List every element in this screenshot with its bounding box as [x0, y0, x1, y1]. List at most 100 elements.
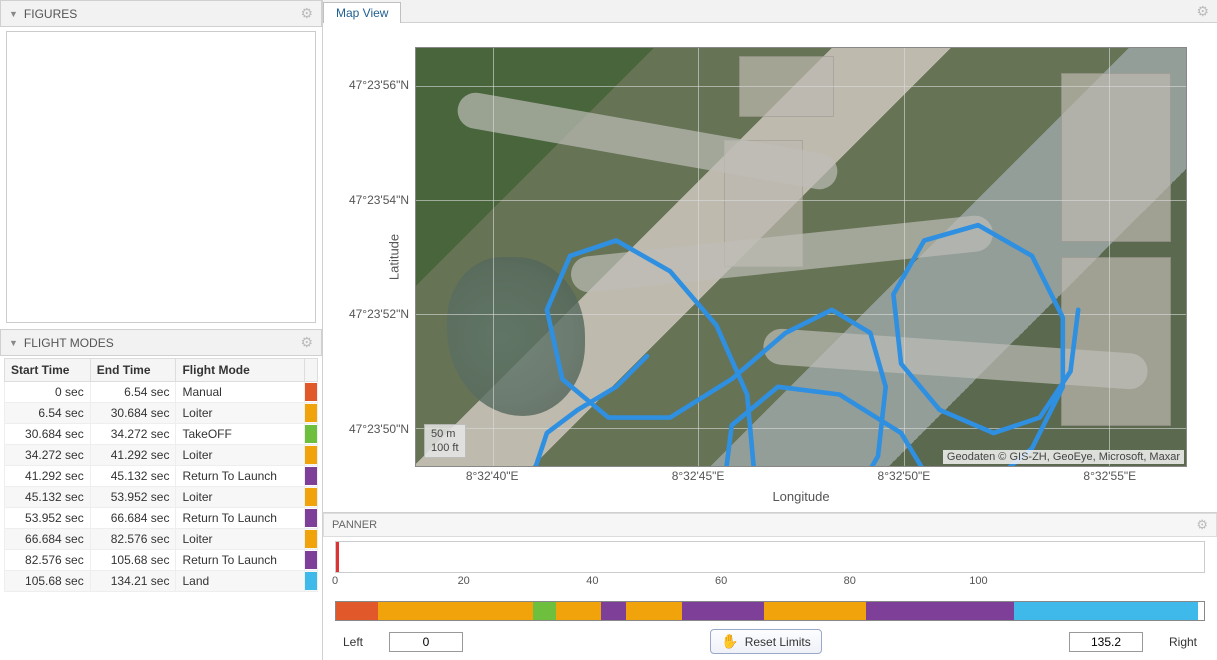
map-scalebar: 50 m 100 ft [424, 424, 466, 458]
cell-color [305, 424, 318, 445]
gear-icon[interactable]: ⚙ [300, 5, 313, 22]
cell-end: 53.952 sec [90, 487, 176, 508]
cell-mode: Loiter [176, 487, 305, 508]
table-row[interactable]: 53.952 sec66.684 secReturn To Launch [5, 508, 318, 529]
gear-icon[interactable]: ⚙ [1196, 3, 1209, 20]
scalebar-top: 50 m [431, 427, 459, 441]
cell-end: 134.21 sec [90, 571, 176, 592]
cell-color [305, 445, 318, 466]
cell-color [305, 382, 318, 403]
col-mode[interactable]: Flight Mode [176, 359, 305, 382]
cell-end: 82.576 sec [90, 529, 176, 550]
cell-end: 34.272 sec [90, 424, 176, 445]
cell-color [305, 529, 318, 550]
cell-mode: Loiter [176, 529, 305, 550]
gear-icon[interactable]: ⚙ [300, 334, 313, 351]
cell-end: 30.684 sec [90, 403, 176, 424]
limits-controls: Left ✋ Reset Limits Right [335, 629, 1205, 654]
left-column: ▼ FIGURES ⚙ ▼ FLIGHT MODES ⚙ Start [0, 0, 322, 660]
table-row[interactable]: 45.132 sec53.952 secLoiter [5, 487, 318, 508]
cell-mode: Loiter [176, 445, 305, 466]
left-limit-input[interactable] [389, 632, 463, 652]
left-limit-label: Left [335, 635, 371, 649]
flight-modes-title: FLIGHT MODES [24, 336, 114, 350]
cell-start: 82.576 sec [5, 550, 91, 571]
panner-marker[interactable] [336, 542, 339, 572]
timeline-segment[interactable] [764, 602, 866, 620]
reset-limits-button[interactable]: ✋ Reset Limits [710, 629, 821, 654]
table-row[interactable]: 0 sec6.54 secManual [5, 382, 318, 403]
timeline-segment[interactable] [1014, 602, 1197, 620]
panner-ticks: 020406080100 [335, 573, 1205, 591]
cell-start: 53.952 sec [5, 508, 91, 529]
x-tick: 8°32'55"E [1083, 469, 1136, 483]
right-column: Map View ⚙ Latitude 47°23'56"N47°23'54"N… [322, 0, 1217, 660]
flight-path [416, 48, 1186, 467]
y-tick: 47°23'52"N [349, 307, 409, 321]
cell-mode: Land [176, 571, 305, 592]
timeline-segment[interactable] [336, 602, 378, 620]
gear-icon[interactable]: ⚙ [1196, 517, 1208, 533]
y-tick: 47°23'50"N [349, 422, 409, 436]
timeline-segment[interactable] [682, 602, 764, 620]
right-limit-input[interactable] [1069, 632, 1143, 652]
cell-start: 0 sec [5, 382, 91, 403]
table-row[interactable]: 6.54 sec30.684 secLoiter [5, 403, 318, 424]
collapse-icon: ▼ [9, 9, 18, 19]
y-tick: 47°23'54"N [349, 193, 409, 207]
timeline-segment[interactable] [556, 602, 601, 620]
tab-map-view[interactable]: Map View [323, 2, 401, 23]
tab-bar: Map View ⚙ [323, 0, 1217, 23]
map-attribution: Geodaten © GIS-ZH, GeoEye, Microsoft, Ma… [943, 450, 1184, 464]
flight-modes-header[interactable]: ▼ FLIGHT MODES ⚙ [0, 329, 322, 356]
table-row[interactable]: 34.272 sec41.292 secLoiter [5, 445, 318, 466]
panner-tick: 100 [969, 575, 987, 587]
cell-start: 105.68 sec [5, 571, 91, 592]
map-plot[interactable]: 50 m 100 ft Geodaten © GIS-ZH, GeoEye, M… [415, 47, 1187, 467]
y-tick: 47°23'56"N [349, 78, 409, 92]
panner-header[interactable]: PANNER ⚙ [323, 513, 1217, 537]
col-color [305, 359, 318, 382]
cell-end: 45.132 sec [90, 466, 176, 487]
timeline-segment[interactable] [378, 602, 533, 620]
cell-mode: Return To Launch [176, 508, 305, 529]
hand-icon: ✋ [721, 633, 738, 650]
figures-panel: ▼ FIGURES ⚙ [0, 0, 322, 325]
cell-mode: Return To Launch [176, 550, 305, 571]
app-root: ▼ FIGURES ⚙ ▼ FLIGHT MODES ⚙ Start [0, 0, 1217, 660]
cell-end: 41.292 sec [90, 445, 176, 466]
figures-canvas[interactable] [6, 31, 316, 323]
y-axis-label: Latitude [387, 234, 402, 280]
cell-color [305, 571, 318, 592]
cell-mode: TakeOFF [176, 424, 305, 445]
timeline-bar[interactable] [335, 601, 1205, 621]
col-end[interactable]: End Time [90, 359, 176, 382]
cell-color [305, 466, 318, 487]
cell-end: 66.684 sec [90, 508, 176, 529]
timeline-segment[interactable] [601, 602, 626, 620]
timeline-segment[interactable] [533, 602, 556, 620]
panner-track[interactable] [335, 541, 1205, 573]
figures-title: FIGURES [24, 7, 77, 21]
table-row[interactable]: 41.292 sec45.132 secReturn To Launch [5, 466, 318, 487]
cell-color [305, 487, 318, 508]
collapse-icon: ▼ [9, 338, 18, 348]
cell-start: 34.272 sec [5, 445, 91, 466]
cell-mode: Return To Launch [176, 466, 305, 487]
cell-mode: Manual [176, 382, 305, 403]
cell-start: 6.54 sec [5, 403, 91, 424]
table-row[interactable]: 105.68 sec134.21 secLand [5, 571, 318, 592]
figures-panel-header[interactable]: ▼ FIGURES ⚙ [0, 0, 322, 27]
cell-start: 45.132 sec [5, 487, 91, 508]
timeline-segment[interactable] [626, 602, 683, 620]
flight-modes-table: Start Time End Time Flight Mode 0 sec6.5… [4, 358, 318, 592]
map-chart[interactable]: Latitude 47°23'56"N47°23'54"N47°23'52"N4… [415, 47, 1187, 467]
table-row[interactable]: 66.684 sec82.576 secLoiter [5, 529, 318, 550]
panner-tick: 60 [715, 575, 727, 587]
timeline-segment[interactable] [866, 602, 1014, 620]
col-start[interactable]: Start Time [5, 359, 91, 382]
panner-tick: 40 [586, 575, 598, 587]
table-row[interactable]: 82.576 sec105.68 secReturn To Launch [5, 550, 318, 571]
flight-modes-panel: ▼ FLIGHT MODES ⚙ Start Time End Time Fli… [0, 329, 322, 592]
table-row[interactable]: 30.684 sec34.272 secTakeOFF [5, 424, 318, 445]
